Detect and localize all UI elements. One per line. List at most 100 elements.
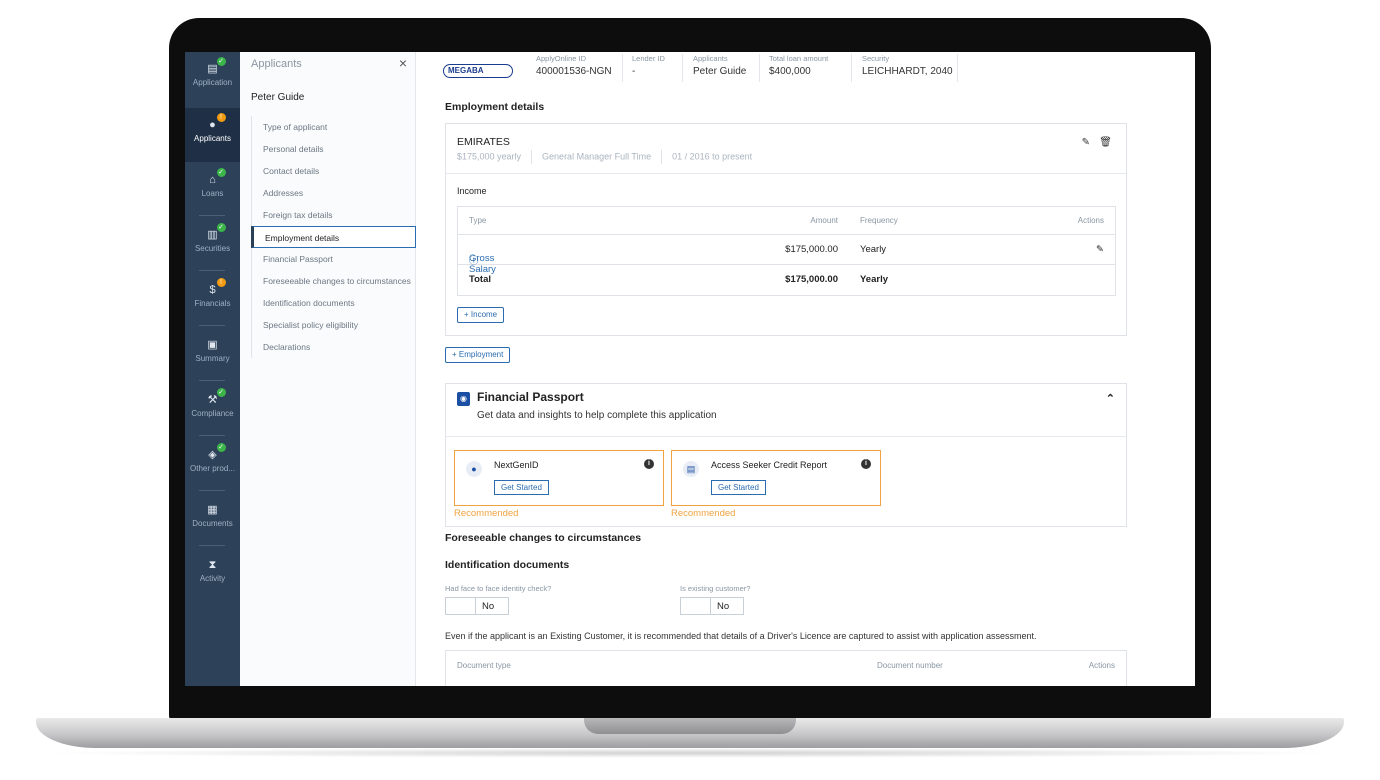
edit-pencil-icon[interactable]: ✎ <box>1082 137 1090 148</box>
nav-label: Other prod... <box>190 464 235 473</box>
nav-divider <box>199 215 225 216</box>
passport-subtitle: Get data and insights to help complete t… <box>477 410 717 421</box>
panel-item-financial-passport[interactable]: Financial Passport <box>252 248 416 270</box>
panel-item-specialist-policy[interactable]: Specialist policy eligibility <box>252 314 416 336</box>
id-card-icon: ▣ <box>207 339 218 351</box>
column-header-amount: Amount <box>810 216 838 225</box>
field-value: Peter Guide <box>693 66 747 77</box>
applicants-summary: Applicants Peter Guide <box>693 54 746 77</box>
panel-item-personal-details[interactable]: Personal details <box>252 138 416 160</box>
divider <box>957 54 958 82</box>
application-summary-bar: MEGABA ApplyOnline ID 400001536-NGN Lend… <box>416 52 1195 86</box>
nav-divider <box>199 545 225 546</box>
main-content: MEGABA ApplyOnline ID 400001536-NGN Lend… <box>416 52 1195 686</box>
field-label: Security <box>862 54 890 63</box>
employment-summary: $175,000 yearly General Manager Full Time… <box>457 150 752 164</box>
income-label: Income <box>457 186 487 196</box>
warning-badge-icon: ! <box>216 278 226 287</box>
nav-securities[interactable]: ▥ ✓ Securities <box>185 218 240 272</box>
table-total-row: Total $175,000.00 Yearly <box>458 265 1115 295</box>
employment-salary: $175,000 yearly <box>457 151 522 162</box>
add-income-button[interactable]: + Income <box>457 307 505 323</box>
employer-name: EMIRATES <box>457 136 510 148</box>
info-icon[interactable]: i <box>861 459 871 469</box>
chevron-up-icon[interactable]: ⌃ <box>1106 392 1115 405</box>
nav-divider <box>199 435 225 436</box>
nav-label: Applicants <box>194 134 231 143</box>
nav-label: Compliance <box>191 409 234 418</box>
total-amount: $175,000.00 <box>785 274 838 285</box>
nav-application[interactable]: ▤ ✓ Application <box>185 52 240 106</box>
nav-applicants[interactable]: ●! Applicants <box>185 108 240 162</box>
panel-item-employment-details[interactable]: Employment details <box>251 226 416 248</box>
edit-pencil-icon[interactable]: ✎ <box>1096 244 1104 255</box>
applicants-panel: Applicants × Peter Guide Type of applica… <box>240 52 416 686</box>
toggle-value: No <box>717 601 730 612</box>
nav-label: Summary <box>195 354 230 363</box>
trash-icon[interactable]: 🗑 <box>1099 137 1112 148</box>
main-nav-rail: ▤ ✓ Application ●! Applicants ⌂ ✓ Loans ▥ ✓… <box>185 52 240 686</box>
applicant-name: Peter Guide <box>251 92 305 103</box>
laptop-notch <box>584 718 796 734</box>
column-header-frequency: Frequency <box>860 216 898 225</box>
panel-item-foreign-tax[interactable]: Foreign tax details <box>252 204 416 226</box>
info-icon[interactable]: i <box>644 459 654 469</box>
field-label: Total loan amount <box>769 54 829 63</box>
total-label: Total <box>469 274 491 285</box>
panel-item-type-of-applicant[interactable]: Type of applicant <box>252 116 416 138</box>
panel-item-identification[interactable]: Identification documents <box>252 292 416 314</box>
column-header-document-type: Document type <box>457 661 511 670</box>
close-icon[interactable]: × <box>399 55 407 71</box>
nav-activity[interactable]: ⧗ Activity <box>185 548 240 602</box>
existing-customer-toggle[interactable]: No <box>680 597 744 615</box>
get-started-button[interactable]: Get Started <box>711 480 766 495</box>
toggle-value: No <box>482 601 495 612</box>
nav-other-products[interactable]: ◈ ✓ Other prod... <box>185 438 240 492</box>
field-value: LEICHHARDT, 2040 <box>862 66 953 77</box>
add-employment-button[interactable]: + Employment <box>445 347 511 363</box>
check-badge-icon: ✓ <box>216 223 226 232</box>
total-loan-amount: Total loan amount $400,000 <box>769 54 828 77</box>
divider <box>682 54 683 82</box>
employment-card: EMIRATES $175,000 yearly General Manager … <box>445 123 1127 336</box>
nav-divider <box>199 325 225 326</box>
table-row: Gross Salary ⓘ $175,000.00 Yearly ✎ <box>458 235 1115 275</box>
panel-item-foreseeable-changes[interactable]: Foreseeable changes to circumstances <box>252 270 416 292</box>
total-frequency: Yearly <box>860 274 888 285</box>
nav-label: Financials <box>194 299 231 308</box>
field-label: Lender ID <box>632 54 665 63</box>
nav-compliance[interactable]: ⚒ ✓ Compliance <box>185 383 240 437</box>
nav-documents[interactable]: ▦ Documents <box>185 493 240 547</box>
nav-label: Activity <box>199 574 226 583</box>
laptop-chin <box>185 686 1195 698</box>
passport-title: Financial Passport <box>477 390 584 404</box>
panel-title: Applicants <box>251 58 302 70</box>
document-icon: ▤ ✓ <box>207 57 226 75</box>
nav-summary[interactable]: ▣ Summary <box>185 328 240 382</box>
panel-item-contact-details[interactable]: Contact details <box>252 160 416 182</box>
panel-item-addresses[interactable]: Addresses <box>252 182 416 204</box>
provider-card-access-seeker[interactable]: ▤ Access Seeker Credit Report i Get Star… <box>671 450 881 506</box>
hourglass-icon: ⧗ <box>208 559 217 571</box>
provider-card-nextgenid[interactable]: ● NextGenID i Get Started <box>454 450 664 506</box>
face-check-toggle[interactable]: No <box>445 597 509 615</box>
applicant-section-list: Type of applicant Personal details Conta… <box>251 116 416 358</box>
nav-financials[interactable]: $! Financials <box>185 273 240 327</box>
nav-divider <box>199 270 225 271</box>
warning-badge-icon: ! <box>216 113 226 122</box>
toggle-knob <box>681 598 711 614</box>
nav-label: Application <box>192 78 233 87</box>
report-icon: ▤ <box>683 461 699 477</box>
field-label: ApplyOnline ID <box>536 54 587 63</box>
nav-loans[interactable]: ⌂ ✓ Loans <box>185 163 240 217</box>
divider <box>851 54 852 82</box>
nav-label: Loans <box>201 189 224 198</box>
recommended-tag: Recommended <box>454 508 519 519</box>
gavel-icon: ⚒ ✓ <box>207 388 226 406</box>
recommended-tag: Recommended <box>671 508 736 519</box>
panel-item-declarations[interactable]: Declarations <box>252 336 416 358</box>
get-started-button[interactable]: Get Started <box>494 480 549 495</box>
nav-label: Documents <box>192 519 233 528</box>
box-icon: ◈ ✓ <box>208 443 226 461</box>
nav-divider <box>199 490 225 491</box>
